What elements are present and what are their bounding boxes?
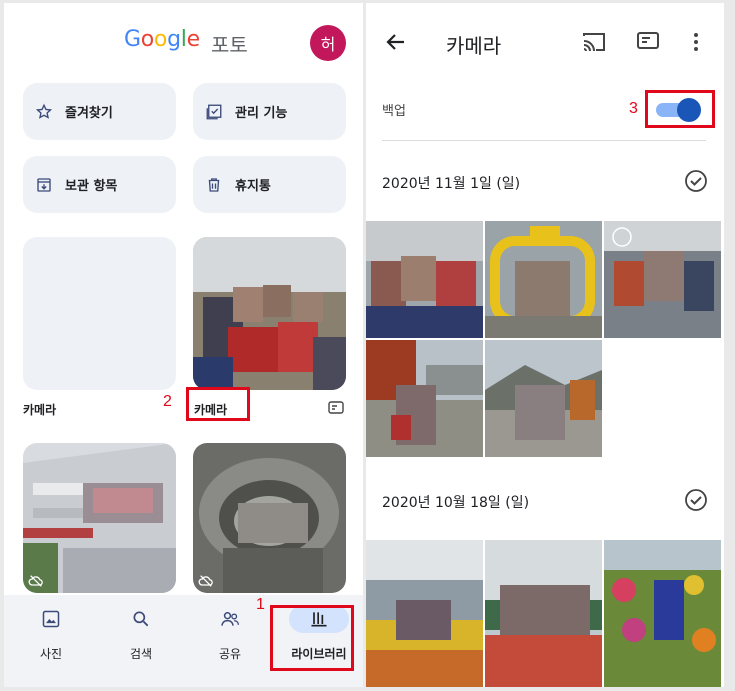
utilities-button[interactable]: 관리 기능 [193,83,346,140]
back-arrow-icon[interactable] [384,30,408,54]
album-cover-photo [23,443,176,593]
app-header: Google 포토 허 [4,3,363,73]
cloud-sync-icon[interactable] [636,31,660,53]
date-header: 2020년 10월 18일 (일) [382,495,530,511]
photo-thumbnail[interactable] [366,540,483,687]
select-all-check-icon[interactable] [684,169,708,193]
album-cover-photo [193,443,346,593]
nav-photos[interactable]: 사진 [6,595,96,687]
photo-thumbnail[interactable] [366,340,483,457]
archive-icon [37,177,51,192]
cloud-off-icon [198,575,213,587]
nav-sharing-label: 공유 [218,647,242,661]
album-title: 카메라 [446,34,502,58]
album-label: 카메라 [23,403,57,417]
photo-icon [42,610,60,628]
google-logo: Google [124,27,200,52]
people-icon [221,612,239,626]
trash-icon [208,177,220,192]
cast-icon[interactable] [581,30,607,54]
annotation-box-camera-album [186,387,250,421]
select-all-check-icon[interactable] [684,488,708,512]
date-header: 2020년 11월 1일 (일) [382,176,521,192]
trash-button[interactable]: 휴지통 [193,156,346,213]
nav-photos-label: 사진 [39,647,63,661]
checklist-icon [206,104,222,119]
more-options-icon[interactable] [684,30,708,54]
favorites-label: 즐겨찾기 [65,106,113,121]
app-title-suffix: 포토 [211,33,248,57]
annotation-number: 2 [163,393,172,410]
album-thumbnail-atrium[interactable] [193,443,346,593]
star-icon [35,103,53,119]
cloud-off-icon [28,575,43,587]
photo-thumbnail[interactable] [485,340,602,457]
photo-thumbnail[interactable] [366,221,483,338]
backup-label: 백업 [382,104,406,119]
utilities-label: 관리 기능 [235,106,288,121]
annotation-number: 3 [629,100,638,117]
annotation-box-library [270,605,354,671]
album-cover-photo [193,237,346,390]
archive-label: 보관 항목 [65,179,118,194]
album-thumbnail-building[interactable] [23,443,176,593]
annotation-number: 1 [256,596,265,613]
divider [382,140,706,141]
nav-search[interactable]: 검색 [96,595,186,687]
album-thumbnail-empty[interactable] [23,237,176,390]
album-thumbnail-camera[interactable] [193,237,346,390]
photo-thumbnail[interactable] [485,540,602,687]
annotation-box-backup-toggle [645,90,715,128]
photo-thumbnail[interactable] [604,540,721,687]
search-icon [133,611,149,627]
avatar[interactable]: 허 [310,25,346,61]
nav-search-label: 검색 [129,647,153,661]
archive-button[interactable]: 보관 항목 [23,156,176,213]
library-screen: Google 포토 허 즐겨찾기 관리 기능 보관 항목 휴지통 카메라 카메라… [4,3,363,687]
photo-thumbnail[interactable] [604,221,721,338]
cloud-sync-icon [328,401,344,414]
favorites-button[interactable]: 즐겨찾기 [23,83,176,140]
trash-label: 휴지통 [235,179,271,194]
photo-thumbnail[interactable] [485,221,602,338]
